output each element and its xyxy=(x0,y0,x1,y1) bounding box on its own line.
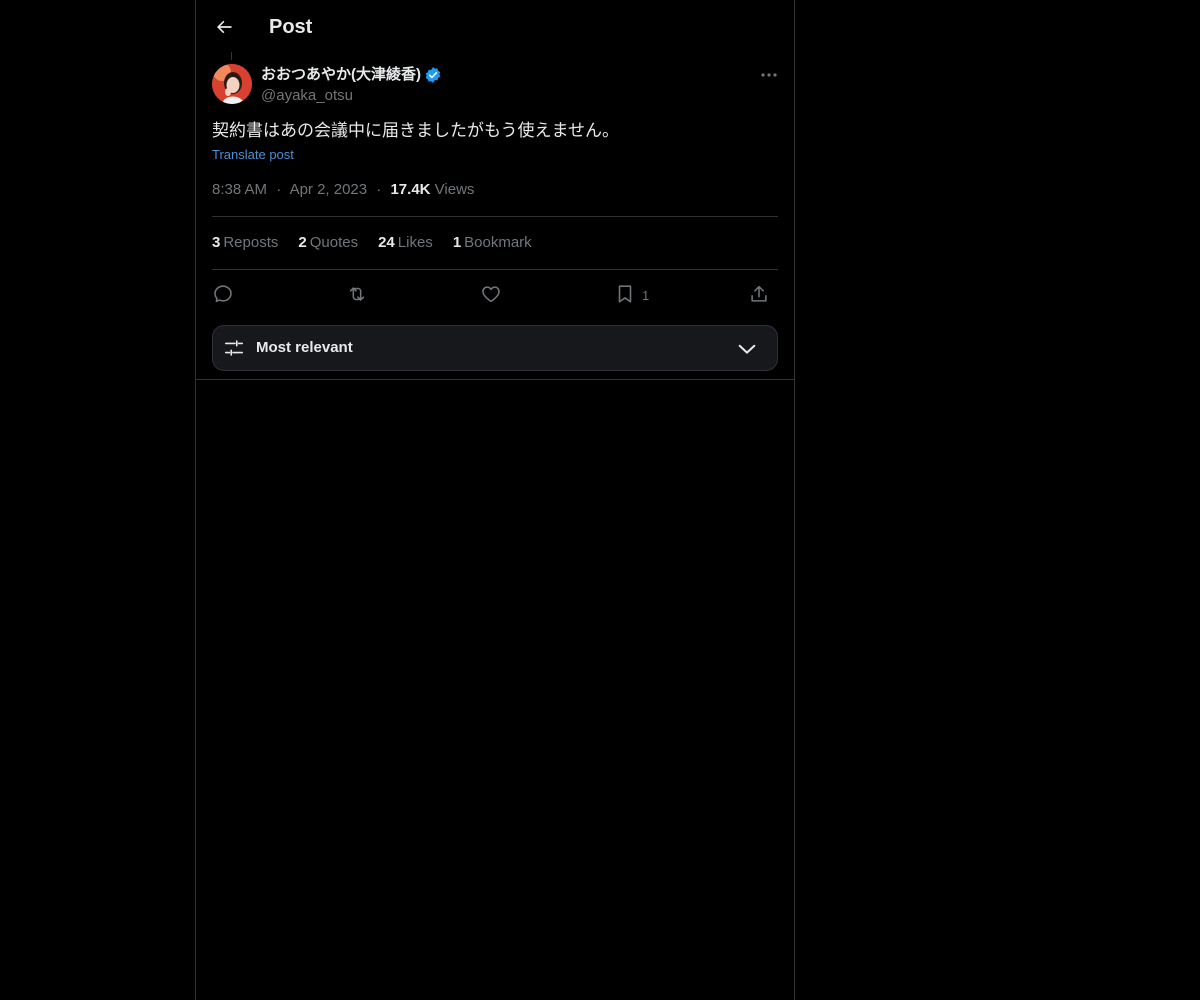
page-title: Post xyxy=(269,16,313,38)
likes-stat[interactable]: 24 Likes xyxy=(378,233,433,253)
bookmark-icon xyxy=(618,285,632,303)
post-stats: 3 Reposts 2 Quotes 24 Likes 1 Bookmark xyxy=(212,233,552,253)
heart-icon xyxy=(482,286,500,303)
thread-line xyxy=(231,52,232,60)
like-button[interactable] xyxy=(480,281,502,307)
views-label: Views xyxy=(434,181,475,198)
author-name[interactable]: おおつあやか(大津綾香) xyxy=(261,65,442,85)
meta-separator: · xyxy=(276,181,282,198)
arrow-left-icon xyxy=(217,20,232,34)
bookmarks-count: 1 xyxy=(452,234,462,251)
likes-label: Likes xyxy=(397,234,433,251)
chevron-down-icon xyxy=(738,344,756,354)
divider xyxy=(212,269,778,270)
section-divider xyxy=(196,379,794,380)
avatar-image xyxy=(212,64,252,104)
verified-badge-icon xyxy=(424,66,442,84)
post-date[interactable]: Apr 2, 2023 xyxy=(290,181,368,198)
divider xyxy=(212,216,778,217)
more-button[interactable] xyxy=(756,64,782,86)
repost-button[interactable] xyxy=(346,281,368,307)
action-bar: 1 xyxy=(212,281,778,307)
translate-post-link[interactable]: Translate post xyxy=(212,146,294,164)
share-button[interactable] xyxy=(748,281,770,307)
quotes-label: Quotes xyxy=(309,234,359,251)
bookmarks-label: Bookmark xyxy=(464,234,532,251)
reposts-label: Reposts xyxy=(223,234,279,251)
quotes-stat[interactable]: 2 Quotes xyxy=(298,233,358,253)
reposts-count: 3 xyxy=(212,234,221,251)
back-button[interactable] xyxy=(210,13,238,41)
more-horizontal-icon xyxy=(761,73,777,77)
post-text: 契約書はあの会議中に届きましたがもう使えません。 xyxy=(212,121,619,140)
views-count: 17.4K xyxy=(390,181,431,198)
repost-icon xyxy=(349,287,365,301)
avatar[interactable] xyxy=(212,64,252,104)
likes-count: 24 xyxy=(378,234,395,251)
main-column: Post おおつあやか(大津綾香) @ayaka_otsu 契約書はあの会議中に… xyxy=(195,0,795,1000)
reply-button[interactable] xyxy=(212,281,234,307)
post-time[interactable]: 8:38 AM xyxy=(212,181,267,198)
sliders-icon xyxy=(224,340,244,356)
reply-icon xyxy=(214,285,232,303)
bookmark-button[interactable]: 1 xyxy=(614,281,649,307)
quotes-count: 2 xyxy=(298,234,307,251)
meta-separator: · xyxy=(376,181,382,198)
post-meta: 8:38 AM · Apr 2, 2023 · 17.4K Views xyxy=(212,180,474,200)
reposts-stat[interactable]: 3 Reposts xyxy=(212,233,278,253)
sort-replies-dropdown[interactable]: Most relevant xyxy=(212,325,778,371)
sort-label: Most relevant xyxy=(256,339,353,356)
share-icon xyxy=(751,285,767,302)
header: Post xyxy=(196,0,794,53)
author-name-text: おおつあやか(大津綾香) xyxy=(261,66,421,83)
author-handle[interactable]: @ayaka_otsu xyxy=(261,86,353,106)
bookmarks-stat[interactable]: 1 Bookmark xyxy=(453,233,532,253)
bookmark-count: 1 xyxy=(642,288,650,303)
